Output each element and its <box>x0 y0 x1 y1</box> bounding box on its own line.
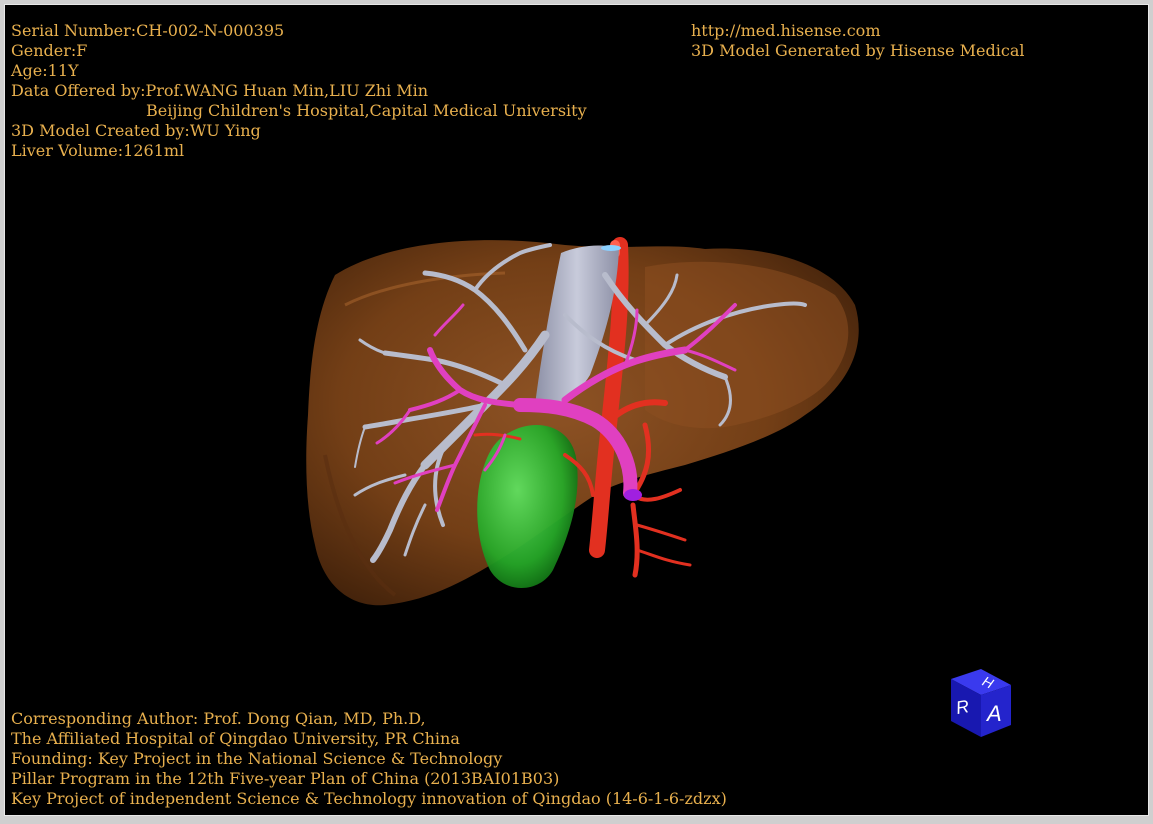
gender: Gender:F <box>11 41 88 60</box>
patient-info: Serial Number:CH-002-N-000395 Gender:F A… <box>11 21 587 161</box>
funding-line-3: Key Project of independent Science & Tec… <box>11 789 727 808</box>
model-created-by: 3D Model Created by:WU Ying <box>11 121 261 140</box>
generated-by: 3D Model Generated by Hisense Medical <box>691 41 1025 60</box>
institution: Beijing Children's Hospital,Capital Medi… <box>146 101 587 120</box>
gallbladder <box>477 425 578 589</box>
corresponding-author: Corresponding Author: Prof. Dong Qian, M… <box>11 709 426 728</box>
cube-face-front: A <box>985 701 1002 726</box>
funding-line-2: Pillar Program in the 12th Five-year Pla… <box>11 769 560 788</box>
affiliation: The Affiliated Hospital of Qingdao Unive… <box>11 729 460 748</box>
funding-line-1: Founding: Key Project in the National Sc… <box>11 749 503 768</box>
credits: Corresponding Author: Prof. Dong Qian, M… <box>11 709 727 809</box>
brand-url: http://med.hisense.com <box>691 21 881 40</box>
age: Age:11Y <box>11 61 79 80</box>
liver-volume: Liver Volume:1261ml <box>11 141 185 160</box>
serial-number: Serial Number:CH-002-N-000395 <box>11 21 285 40</box>
data-offered-by: Data Offered by:Prof.WANG Huan Min,LIU Z… <box>11 81 429 100</box>
orientation-cube-icon[interactable]: H R A <box>945 667 1015 739</box>
brand-info: http://med.hisense.com 3D Model Generate… <box>691 21 1024 61</box>
render-viewport[interactable]: Serial Number:CH-002-N-000395 Gender:F A… <box>4 4 1149 816</box>
